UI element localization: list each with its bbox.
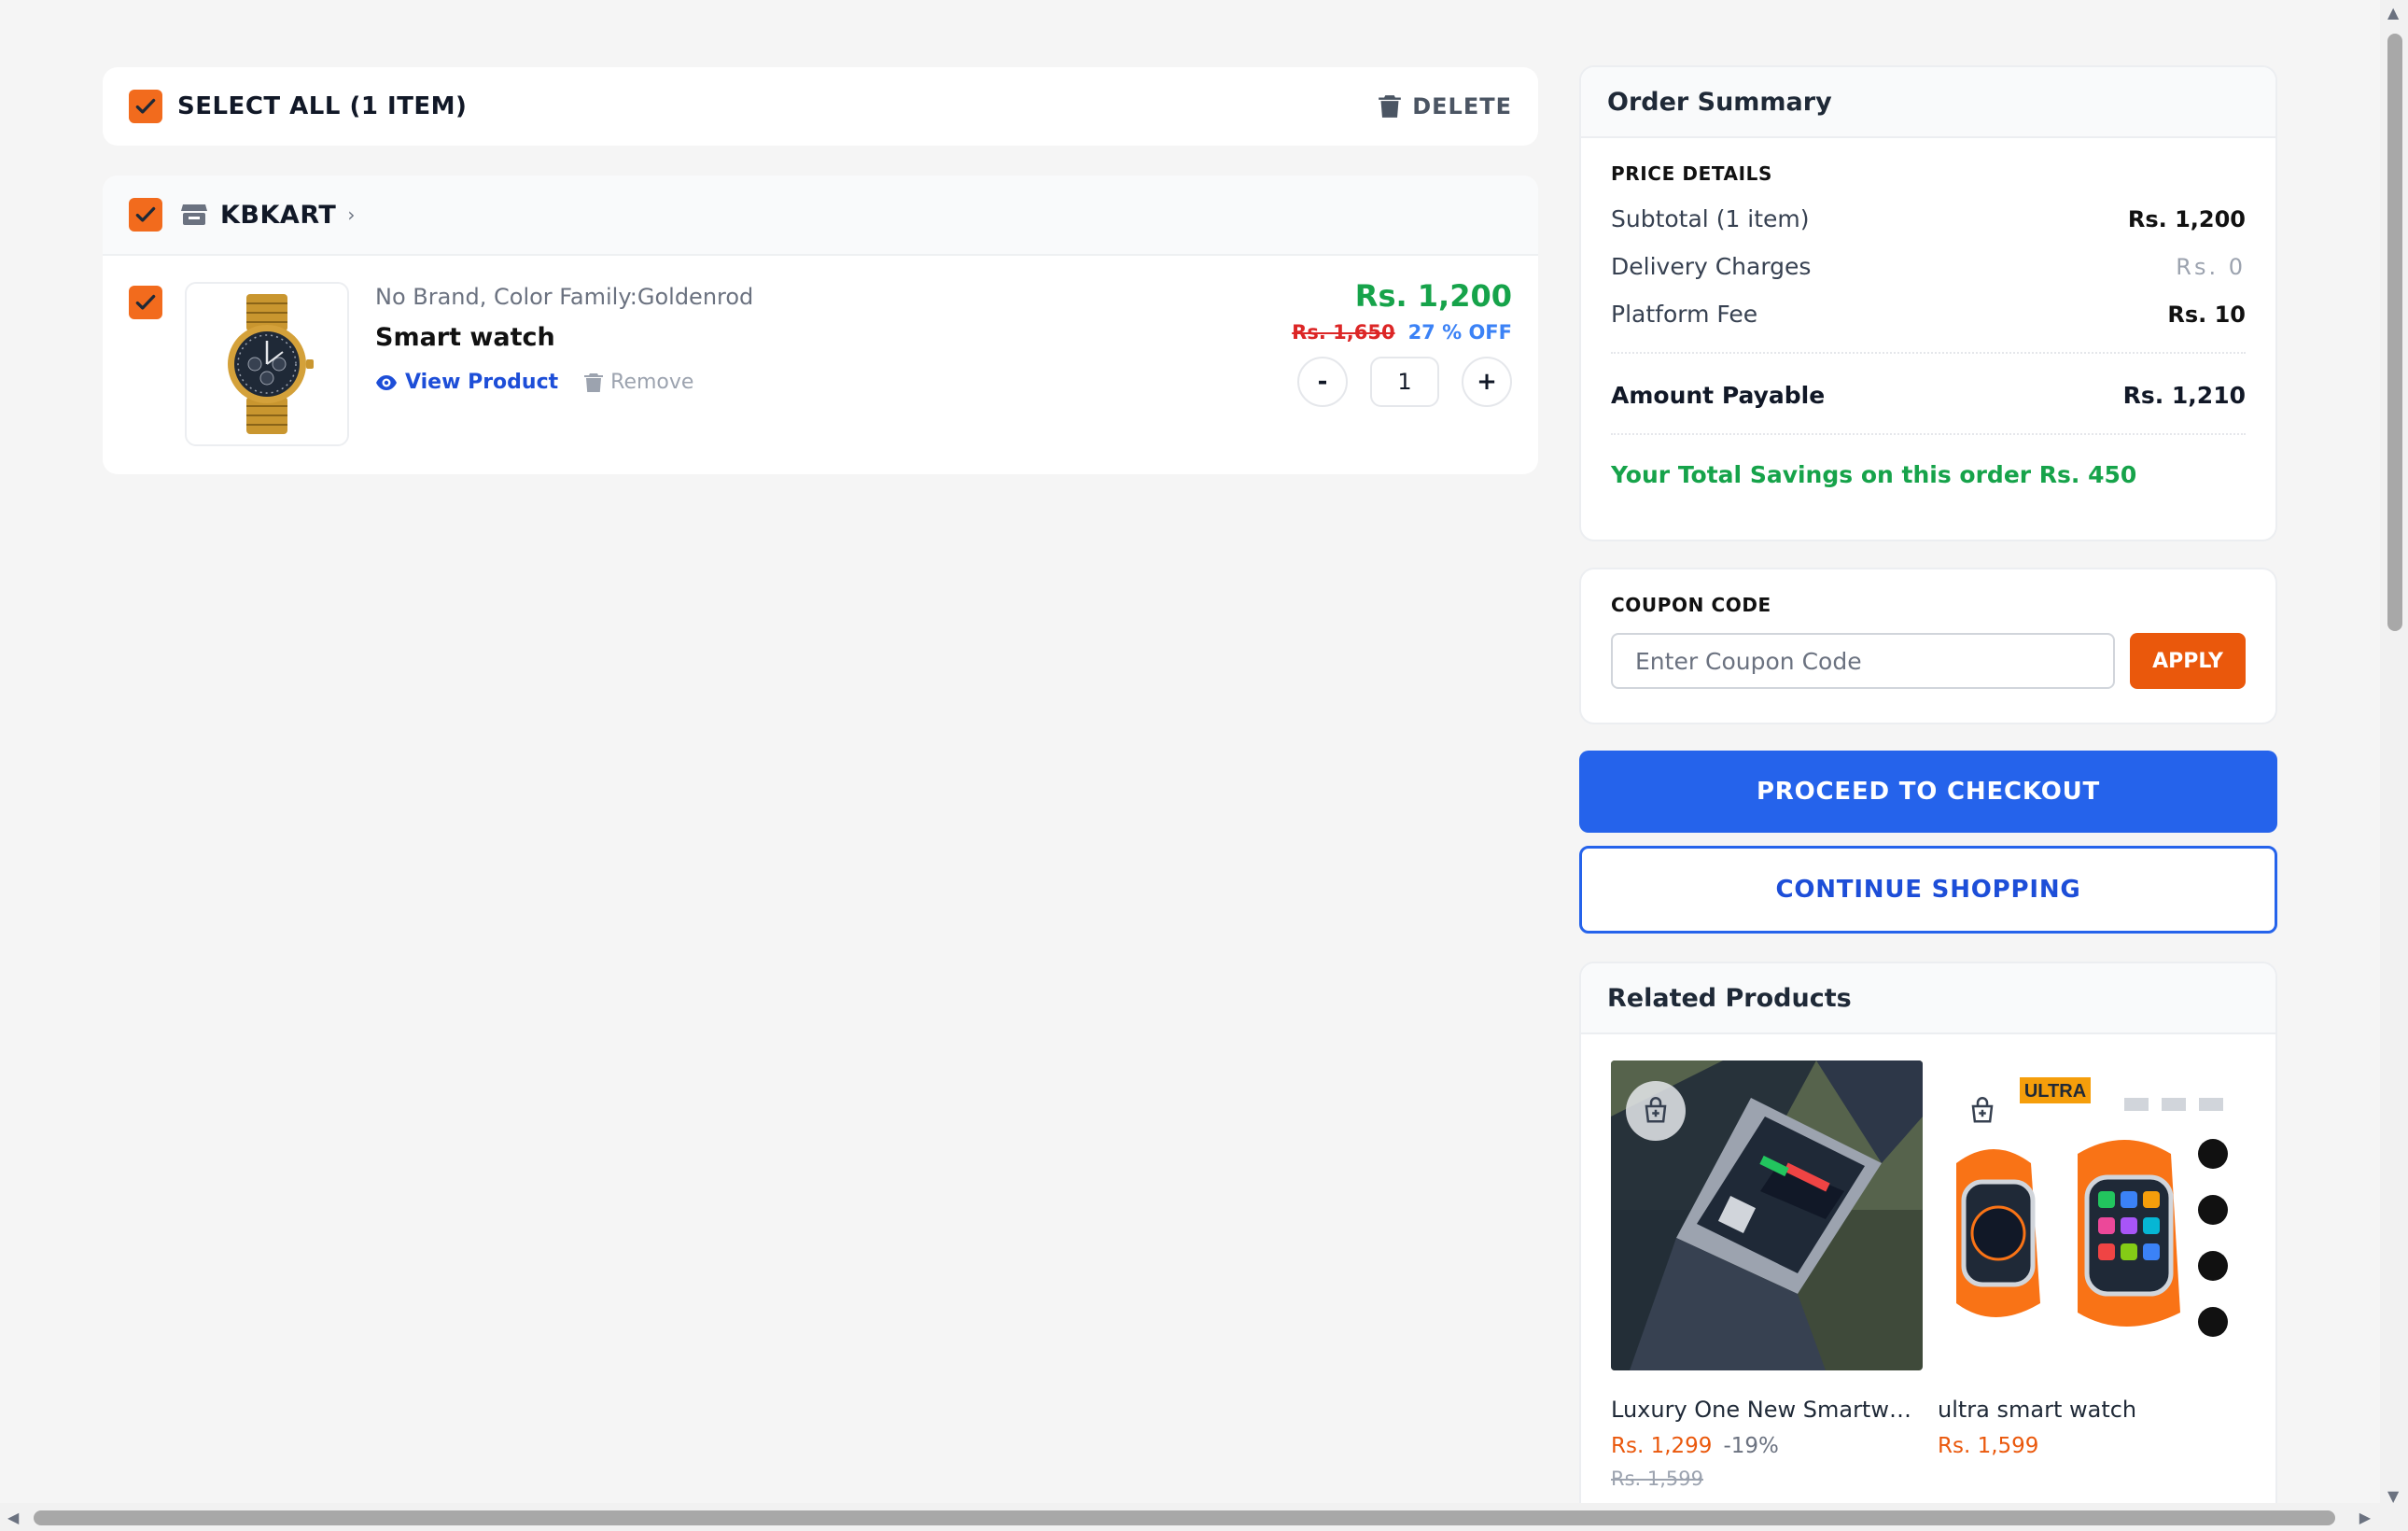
divider bbox=[1611, 352, 2246, 354]
delivery-label: Delivery Charges bbox=[1611, 253, 1812, 280]
item-variant: No Brand, Color Family:Goldenrod bbox=[375, 284, 754, 310]
amount-payable-label: Amount Payable bbox=[1611, 382, 1826, 409]
related-product-original-price: Rs. 1,599 bbox=[1611, 1468, 1704, 1490]
cart-add-icon bbox=[1971, 1097, 1994, 1123]
remove-label: Remove bbox=[610, 371, 694, 394]
quantity-input[interactable]: 1 bbox=[1370, 357, 1439, 407]
subtotal-value: Rs. 1,200 bbox=[2127, 205, 2246, 232]
chevron-right-icon[interactable]: › bbox=[347, 204, 355, 226]
add-to-cart-button[interactable] bbox=[1626, 1081, 1686, 1141]
related-product-name[interactable]: Luxury One New Smartwatch bbox=[1611, 1397, 1923, 1423]
platform-fee-value: Rs. 10 bbox=[2167, 301, 2246, 328]
check-icon bbox=[135, 294, 156, 310]
item-discount: 27 % OFF bbox=[1407, 321, 1512, 344]
continue-shopping-button[interactable]: CONTINUE SHOPPING bbox=[1579, 846, 2277, 934]
delivery-row: Delivery Charges Rs. 0 bbox=[1611, 253, 2246, 280]
item-original-price: Rs. 1,650 bbox=[1292, 321, 1395, 344]
scroll-right-icon[interactable]: ▶ bbox=[2359, 1509, 2371, 1526]
apply-coupon-button[interactable]: APPLY bbox=[2130, 633, 2246, 689]
order-summary-panel: Order Summary PRICE DETAILS Subtotal (1 … bbox=[1579, 65, 2277, 541]
item-name[interactable]: Smart watch bbox=[375, 323, 753, 352]
item-price: Rs. 1,200 bbox=[1354, 278, 1512, 314]
proceed-to-checkout-button[interactable]: PROCEED TO CHECKOUT bbox=[1579, 751, 2277, 833]
related-product-card[interactable]: Luxury One New Smartwatch Rs. 1,299 -19%… bbox=[1611, 1060, 1923, 1490]
item-actions: View Product Remove bbox=[375, 371, 753, 394]
quantity-stepper: - 1 + bbox=[1297, 357, 1512, 407]
cart-page: SELECT ALL (1 ITEM) DELETE KBKART › No B… bbox=[0, 0, 2408, 1531]
price-details-label: PRICE DETAILS bbox=[1611, 162, 1773, 185]
remove-link[interactable]: Remove bbox=[584, 371, 693, 394]
check-icon bbox=[135, 206, 156, 222]
item-checkbox[interactable] bbox=[129, 286, 162, 319]
related-products-panel: Related Products Luxury One New Smartwat… bbox=[1579, 962, 2277, 1522]
related-product-price: Rs. 1,299 bbox=[1611, 1434, 1713, 1458]
subtotal-row: Subtotal (1 item) Rs. 1,200 bbox=[1611, 205, 2246, 232]
select-all-bar: SELECT ALL (1 ITEM) DELETE bbox=[103, 67, 1538, 146]
related-products-title: Related Products bbox=[1581, 963, 2275, 1034]
amount-payable-row: Amount Payable Rs. 1,210 bbox=[1611, 382, 2246, 409]
horizontal-scroll-thumb[interactable] bbox=[34, 1510, 2335, 1525]
related-product-image[interactable]: ULTRA bbox=[1938, 1060, 2249, 1370]
divider bbox=[1611, 433, 2246, 435]
platform-fee-label: Platform Fee bbox=[1611, 301, 1758, 328]
ultra-badge-text: ULTRA bbox=[2024, 1081, 2086, 1102]
platform-fee-row: Platform Fee Rs. 10 bbox=[1611, 301, 2246, 328]
increase-quantity-button[interactable]: + bbox=[1462, 357, 1512, 407]
store-icon bbox=[181, 204, 207, 225]
view-product-label: View Product bbox=[405, 371, 559, 394]
trash-icon bbox=[1379, 95, 1402, 118]
related-product-price: Rs. 1,599 bbox=[1938, 1434, 2039, 1458]
cart-add-icon bbox=[1645, 1097, 1667, 1123]
cart-item: No Brand, Color Family:Goldenrod Smart w… bbox=[103, 256, 1538, 474]
scroll-up-icon[interactable]: ▲ bbox=[2387, 4, 2399, 21]
related-product-card[interactable]: ULTRA ultra smart watch Rs. 1,599 bbox=[1938, 1060, 2249, 1490]
store-name[interactable]: KBKART bbox=[220, 201, 336, 230]
item-details: No Brand, Color Family:Goldenrod Smart w… bbox=[375, 284, 753, 394]
delivery-value: Rs. 0 bbox=[2176, 253, 2246, 280]
coupon-panel: COUPON CODE APPLY bbox=[1579, 568, 2277, 724]
total-savings: Your Total Savings on this order Rs. 450 bbox=[1611, 461, 2137, 488]
cart-store-card: KBKART › No Brand, Color Family:Goldenro… bbox=[103, 176, 1538, 474]
product-thumbnail[interactable] bbox=[185, 282, 349, 446]
amount-payable-value: Rs. 1,210 bbox=[2122, 382, 2246, 409]
related-product-discount: -19% bbox=[1723, 1434, 1779, 1458]
delete-label: DELETE bbox=[1412, 93, 1512, 119]
store-checkbox[interactable] bbox=[129, 198, 162, 232]
scroll-left-icon[interactable]: ◀ bbox=[7, 1509, 19, 1526]
item-price-block: Rs. 1,200 Rs. 1,650 27 % OFF bbox=[1292, 278, 1512, 344]
vertical-scroll-thumb[interactable] bbox=[2387, 34, 2402, 631]
horizontal-scrollbar[interactable]: ◀ ▶ bbox=[0, 1503, 2408, 1531]
eye-icon bbox=[376, 374, 397, 390]
check-icon bbox=[135, 98, 156, 114]
store-header: KBKART › bbox=[103, 176, 1538, 256]
add-to-cart-button[interactable] bbox=[1953, 1081, 2012, 1141]
select-all-checkbox[interactable] bbox=[129, 90, 162, 123]
order-summary-title: Order Summary bbox=[1581, 67, 2275, 138]
coupon-label: COUPON CODE bbox=[1611, 594, 1771, 616]
delete-button[interactable]: DELETE bbox=[1379, 93, 1512, 119]
view-product-link[interactable]: View Product bbox=[375, 371, 558, 394]
related-product-image[interactable] bbox=[1611, 1060, 1923, 1370]
vertical-scrollbar[interactable]: ▲ ▼ bbox=[2380, 0, 2408, 1509]
trash-icon bbox=[584, 372, 604, 392]
select-all-label: SELECT ALL (1 ITEM) bbox=[177, 92, 468, 120]
watch-image bbox=[228, 294, 314, 434]
decrease-quantity-button[interactable]: - bbox=[1297, 357, 1348, 407]
subtotal-label: Subtotal (1 item) bbox=[1611, 205, 1810, 232]
related-product-name[interactable]: ultra smart watch bbox=[1938, 1397, 2249, 1423]
coupon-input[interactable] bbox=[1611, 633, 2115, 689]
